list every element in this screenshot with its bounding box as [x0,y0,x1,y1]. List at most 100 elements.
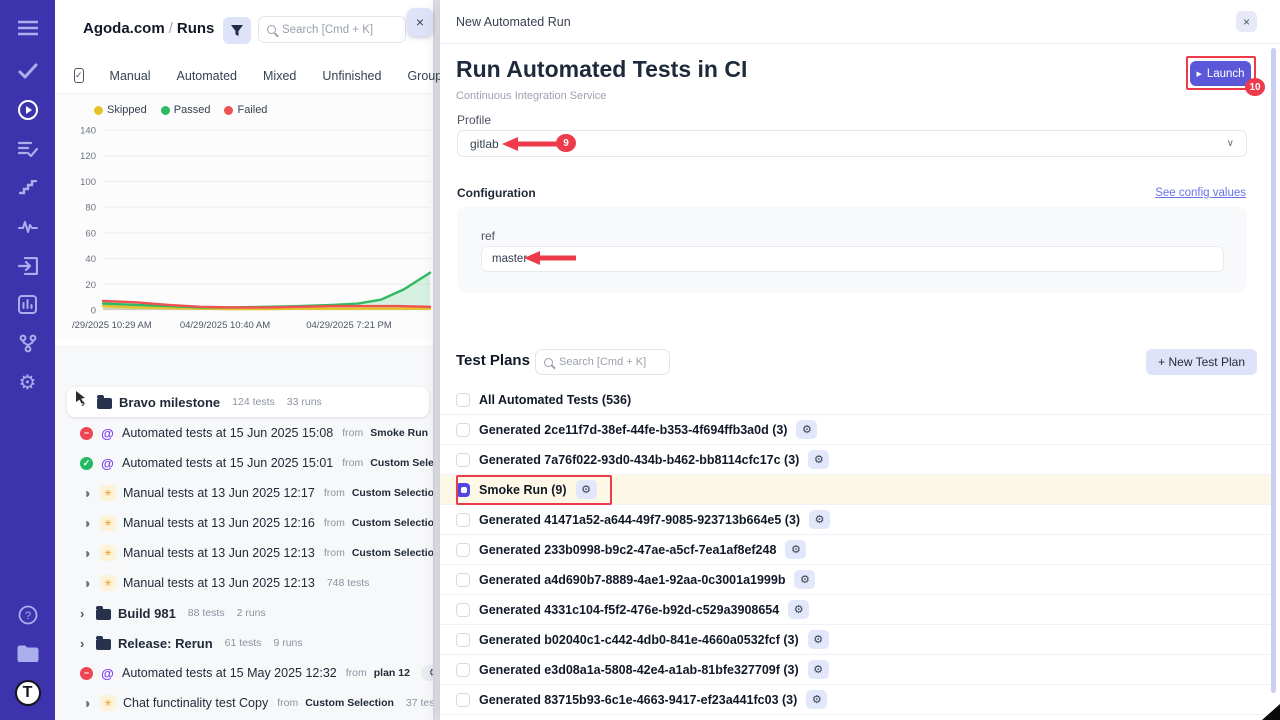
chevron-right-icon[interactable]: › [80,636,89,651]
runs-search-input[interactable]: Search [Cmd + K] [258,16,406,43]
test-plans-search-input[interactable]: Search [Cmd + K] [535,349,670,375]
plan-checkbox[interactable] [456,573,470,587]
test-plan-row[interactable]: Generated a4d690b7-8889-4ae1-92aa-0c3001… [440,565,1272,595]
activity-pulse-icon[interactable] [0,207,55,246]
run-group-name: Release: Rerun [118,636,213,651]
breadcrumb-separator: / [165,20,177,37]
plan-settings-gear-icon[interactable]: ⚙ [788,600,809,619]
status-passed-icon: ✓ [80,457,93,470]
run-row[interactable]: −@Automated tests at 15 Jun 2025 15:08fr… [55,418,433,448]
run-env-chip[interactable]: ⚙test [421,665,433,681]
filter-button[interactable] [223,17,251,44]
settings-gear-icon[interactable]: ⚙ [0,363,55,402]
runs-play-circle-icon[interactable] [0,90,55,129]
run-group-row[interactable]: ›Build 98188 tests2 runs [55,598,433,628]
from-label: from [346,667,367,679]
test-plan-row[interactable]: Generated 2ce11f7d-38ef-44fe-b353-4f694f… [440,415,1272,445]
workspace-logo[interactable]: T [0,673,55,712]
plan-checkbox[interactable] [456,513,470,527]
git-branch-icon[interactable] [0,324,55,363]
ref-input[interactable]: master [481,246,1224,272]
legend-item-failed: Failed [224,104,267,116]
projects-folder-icon[interactable] [0,634,55,673]
plan-settings-gear-icon[interactable]: ⚙ [806,690,827,709]
plan-checkbox[interactable] [456,603,470,617]
plan-label: Generated 2ce11f7d-38ef-44fe-b353-4f694f… [479,423,787,437]
close-icon: × [1243,15,1250,29]
tab-automated[interactable]: Automated [177,69,237,83]
select-runs-icon[interactable]: ✓ [74,68,84,83]
plan-label: Generated e3d08a1a-5808-42e4-a1ab-81bfe3… [479,663,799,677]
modal-close-button[interactable]: × [1236,11,1257,32]
test-plan-row[interactable]: Generated 233b0998-b9c2-47ae-a5cf-7ea1af… [440,535,1272,565]
close-icon: × [416,14,424,30]
ref-label: ref [481,229,495,243]
run-row[interactable]: ◑✳Chat functinality test CopyfromCustom … [55,688,433,718]
legend-item-passed: Passed [161,104,211,116]
plan-settings-gear-icon[interactable]: ⚙ [808,660,829,679]
plan-settings-gear-icon[interactable]: ⚙ [808,450,829,469]
see-config-values-link[interactable]: See config values [1155,187,1246,199]
sign-in-icon[interactable] [0,246,55,285]
from-source: plan 12 [374,667,410,679]
configuration-label: Configuration [457,186,536,200]
run-row[interactable]: ✓@Automated tests at 15 Jun 2025 15:01fr… [55,448,433,478]
status-progress-icon: ◑ [80,697,93,710]
breadcrumb-project[interactable]: Agoda.com [83,20,165,37]
modal-scrollbar[interactable] [1271,48,1276,693]
test-plan-row[interactable]: Generated 4331c104-f5f2-476e-b92d-c529a3… [440,595,1272,625]
group-runs-count: 2 runs [237,607,266,619]
run-group-row[interactable]: ›Release: Rerun61 tests9 runs [55,628,433,658]
chevron-right-icon[interactable]: › [80,606,89,621]
run-tests-count: 37 tests [406,697,433,709]
plan-settings-gear-icon[interactable]: ⚙ [785,540,806,559]
plan-checkbox[interactable] [456,453,470,467]
run-row[interactable]: −@Automated tests at 15 May 2025 12:32fr… [55,658,433,688]
plan-checkbox[interactable] [456,633,470,647]
test-plan-list: All Automated Tests (536) Generated 2ce11… [440,385,1272,715]
manual-run-icon: ✳ [100,575,116,591]
run-row[interactable]: ◑✳Manual tests at 13 Jun 2025 12:13fromC… [55,538,433,568]
test-plan-row[interactable]: Generated b02040c1-c442-4db0-841e-4660a0… [440,625,1272,655]
run-row[interactable]: ◑✳Manual tests at 13 Jun 2025 12:17fromC… [55,478,433,508]
plan-settings-gear-icon[interactable]: ⚙ [808,630,829,649]
help-icon[interactable]: ? [0,595,55,634]
run-title: Automated tests at 15 Jun 2025 15:08 [122,426,333,440]
list-check-icon[interactable] [0,129,55,168]
run-row[interactable]: ◑✳Manual tests at 13 Jun 2025 12:13748 t… [55,568,433,598]
tab-unfinished[interactable]: Unfinished [322,69,381,83]
from-source: Custom Selection [352,547,433,559]
test-plan-row[interactable]: All Automated Tests (536) [440,385,1272,415]
bar-chart-icon[interactable] [0,285,55,324]
tab-manual[interactable]: Manual [110,69,151,83]
plan-checkbox[interactable] [456,543,470,557]
steps-icon[interactable] [0,168,55,207]
plan-checkbox[interactable] [456,663,470,677]
plan-settings-gear-icon[interactable]: ⚙ [809,510,830,529]
plan-checkbox[interactable] [456,423,470,437]
menu-icon[interactable] [0,5,55,51]
svg-text:40: 40 [85,254,96,265]
run-row[interactable]: ◑✳Manual tests at 13 Jun 2025 12:16fromC… [55,508,433,538]
check-icon[interactable] [0,51,55,90]
status-progress-icon: ◑ [80,577,93,590]
plan-checkbox[interactable] [456,393,470,407]
screen: ⚙ ? T Agoda.com/Runs Search [Cmd + K] × … [0,0,1280,720]
status-failed-icon: − [80,427,93,440]
run-group-row[interactable]: ›Bravo milestone124 tests33 runs [67,387,429,417]
new-test-plan-button[interactable]: + New Test Plan [1146,349,1257,375]
test-plan-row[interactable]: Generated e3d08a1a-5808-42e4-a1ab-81bfe3… [440,655,1272,685]
chart-legend: SkippedPassedFailed [55,94,433,116]
runs-panel-close-button[interactable]: × [407,8,433,36]
plan-settings-gear-icon[interactable]: ⚙ [796,420,817,439]
modal-header: New Automated Run × [440,0,1280,44]
test-plan-row[interactable]: Generated 41471a52-a644-49f7-9085-923713… [440,505,1272,535]
test-plan-row[interactable]: Generated 7a76f022-93d0-434b-b462-bb8114… [440,445,1272,475]
runs-panel-header: Agoda.com/Runs Search [Cmd + K] × [55,0,433,58]
test-plan-row[interactable]: Generated 83715b93-6c1e-4663-9417-ef23a4… [440,685,1272,715]
tab-mixed[interactable]: Mixed [263,69,296,83]
plan-label: Generated b02040c1-c442-4db0-841e-4660a0… [479,633,799,647]
plan-settings-gear-icon[interactable]: ⚙ [794,570,815,589]
breadcrumb[interactable]: Agoda.com/Runs [83,20,214,37]
plan-checkbox[interactable] [456,693,470,707]
